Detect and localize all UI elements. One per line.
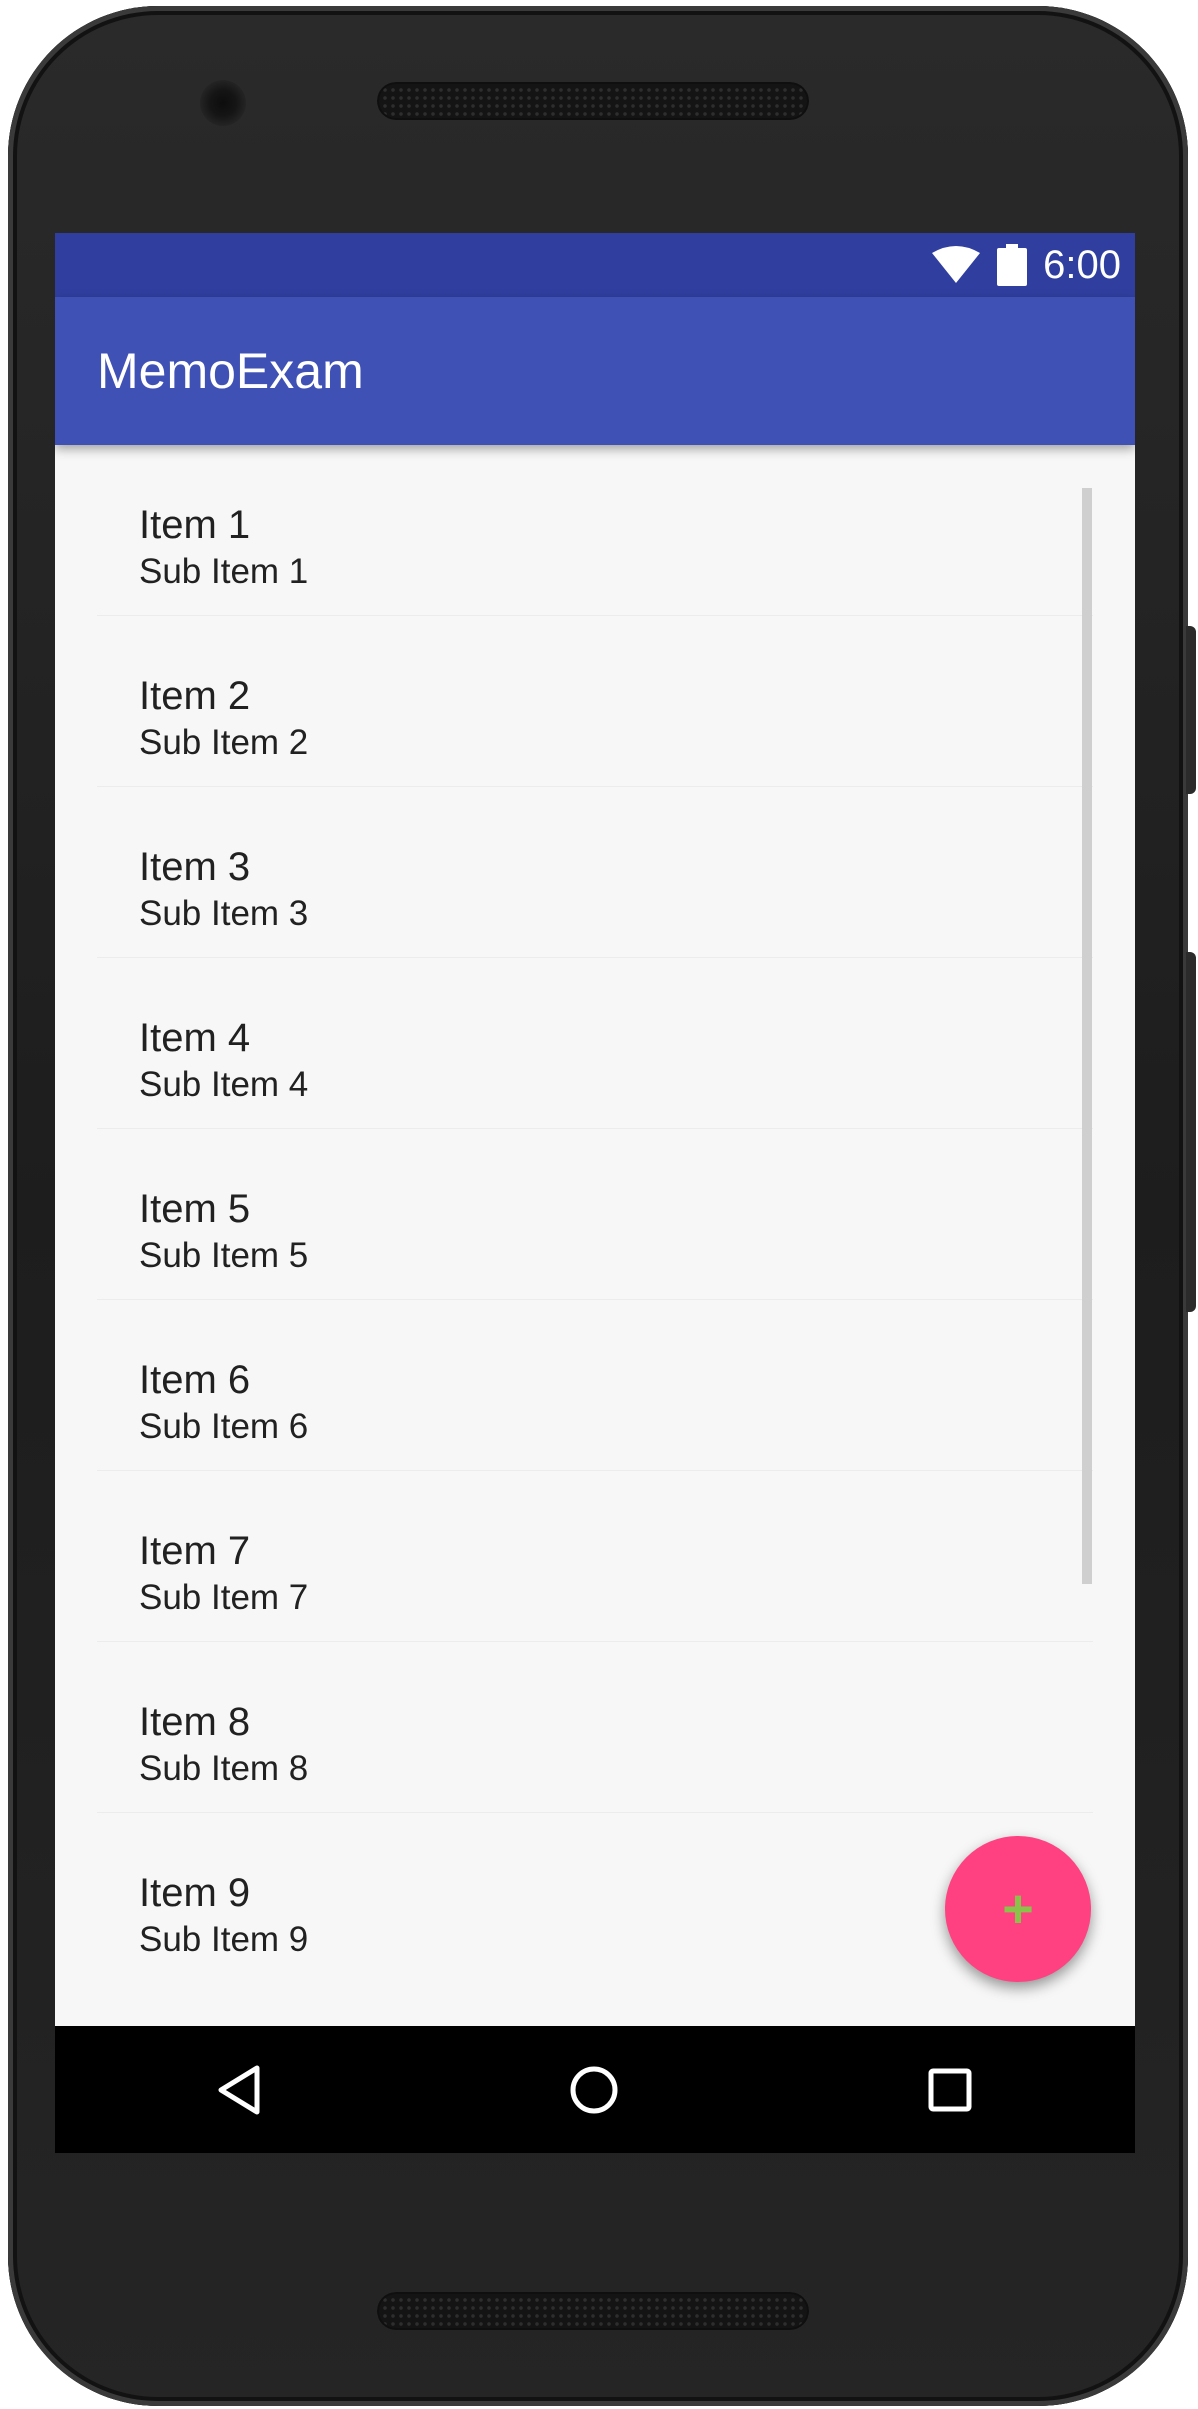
- add-memo-button[interactable]: +: [945, 1836, 1091, 1982]
- list-item-subtitle: Sub Item 7: [139, 1578, 309, 1617]
- list-item-subtitle: Sub Item 1: [139, 552, 309, 591]
- earpiece-speaker: [377, 82, 809, 120]
- battery-icon: [997, 244, 1028, 286]
- list-item[interactable]: Item 8 Sub Item 8: [97, 1642, 1093, 1813]
- list-item-title: Item 3: [139, 845, 251, 889]
- list-item-subtitle: Sub Item 4: [139, 1065, 309, 1104]
- list-item-title: Item 7: [139, 1529, 251, 1573]
- list-item-subtitle: Sub Item 9: [139, 1920, 309, 1959]
- list-item[interactable]: Item 9 Sub Item 9: [97, 1813, 1093, 1984]
- home-button[interactable]: [534, 2026, 654, 2153]
- list-item[interactable]: Item 2 Sub Item 2: [97, 616, 1093, 787]
- list-item[interactable]: Item 6 Sub Item 6: [97, 1300, 1093, 1471]
- volume-rocker: [1186, 952, 1196, 1312]
- list-item[interactable]: Item 5 Sub Item 5: [97, 1129, 1093, 1300]
- scrollbar[interactable]: [1082, 488, 1092, 1584]
- bottom-speaker: [377, 2292, 809, 2330]
- recents-button[interactable]: [890, 2026, 1010, 2153]
- wifi-icon: [932, 246, 981, 283]
- screen: 6:00 MemoExam Item 1 Sub Item 1 Item 2 S…: [55, 233, 1135, 2153]
- navigation-bar: [55, 2026, 1135, 2153]
- status-time: 6:00: [1043, 243, 1121, 287]
- list-item-subtitle: Sub Item 5: [139, 1236, 309, 1275]
- list-item-title: Item 8: [139, 1700, 251, 1744]
- list-item-title: Item 1: [139, 503, 251, 547]
- back-icon: [218, 2065, 260, 2114]
- back-button[interactable]: [179, 2026, 299, 2153]
- list-item-title: Item 6: [139, 1358, 251, 1402]
- list-item[interactable]: Item 4 Sub Item 4: [97, 958, 1093, 1129]
- list-item-title: Item 4: [139, 1016, 251, 1060]
- app-bar: MemoExam: [55, 297, 1135, 445]
- plus-icon: +: [1002, 1879, 1034, 1939]
- home-icon: [570, 2066, 618, 2113]
- list-item-subtitle: Sub Item 6: [139, 1407, 309, 1446]
- list-item-title: Item 2: [139, 674, 251, 718]
- app-title: MemoExam: [97, 343, 364, 399]
- front-camera: [200, 80, 246, 126]
- recents-icon: [928, 2068, 972, 2111]
- status-bar: 6:00: [55, 233, 1135, 297]
- list-item-subtitle: Sub Item 2: [139, 723, 309, 762]
- power-button: [1186, 626, 1196, 794]
- list-item[interactable]: Item 3 Sub Item 3: [97, 787, 1093, 958]
- list-item-title: Item 5: [139, 1187, 251, 1231]
- list-item-subtitle: Sub Item 3: [139, 894, 309, 933]
- list-item-subtitle: Sub Item 8: [139, 1749, 309, 1788]
- list-item[interactable]: Item 1 Sub Item 1: [97, 445, 1093, 616]
- list-item-title: Item 9: [139, 1871, 251, 1915]
- list-item[interactable]: Item 7 Sub Item 7: [97, 1471, 1093, 1642]
